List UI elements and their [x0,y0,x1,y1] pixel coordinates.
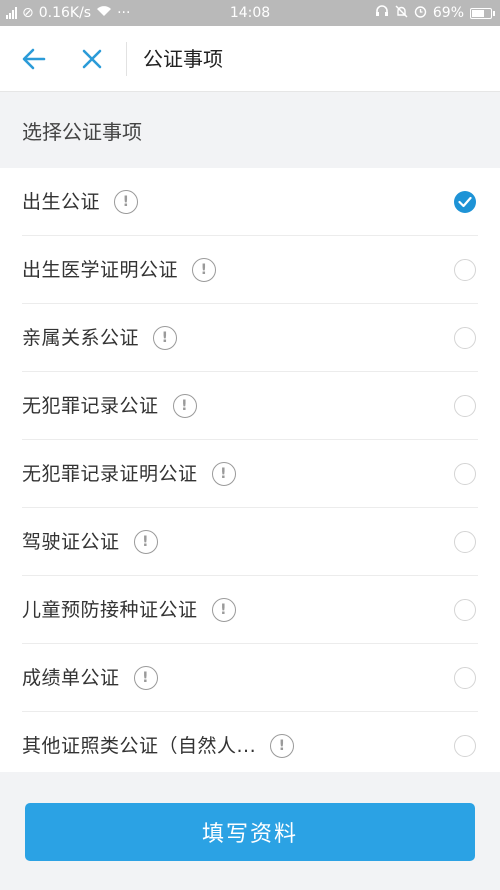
notarization-list: 出生公证! 出生医学证明公证! 亲属关系公证! 无犯罪记录公证! 无犯罪记录证明公证! 驾… [0,168,500,780]
radio-unchecked-icon[interactable] [454,667,476,689]
info-icon[interactable]: ! [192,258,217,282]
battery-fill [472,9,484,17]
info-icon[interactable]: ! [153,326,178,350]
radio-unchecked-icon[interactable] [454,463,476,485]
radio-checked-icon[interactable] [454,191,476,213]
more-indicator: ··· [117,5,131,21]
wifi-icon [96,5,112,21]
list-item[interactable]: 驾驶证公证! [0,508,500,576]
info-icon[interactable]: ! [172,394,197,418]
app-header: 公证事项 [0,26,500,92]
list-item[interactable]: 出生医学证明公证! [0,236,500,304]
radio-unchecked-icon[interactable] [454,599,476,621]
section-header: 选择公证事项 [0,92,500,168]
list-item-label: 亲属关系公证 [22,327,140,349]
list-item-label-wrap: 儿童预防接种证公证! [22,576,236,644]
list-item-label: 儿童预防接种证公证 [22,599,198,621]
list-item-label: 成绩单公证 [22,667,120,689]
page-title: 公证事项 [143,47,223,71]
list-item-label: 出生医学证明公证 [22,259,179,281]
radio-unchecked-icon[interactable] [454,531,476,553]
radio-unchecked-icon[interactable] [454,327,476,349]
status-time: 14:08 [229,5,271,21]
list-item[interactable]: 无犯罪记录公证! [0,372,500,440]
list-item-label: 出生公证 [22,191,101,213]
status-right: 69% [375,0,495,26]
radio-unchecked-icon[interactable] [454,259,476,281]
info-icon[interactable]: ! [133,530,158,554]
list-item[interactable]: 成绩单公证! [0,644,500,712]
info-icon[interactable]: ! [270,734,295,758]
list-item-label: 无犯罪记录公证 [22,395,159,417]
fill-info-button[interactable]: 填写资料 [25,803,475,861]
info-icon[interactable]: ! [133,666,158,690]
radio-unchecked-icon[interactable] [454,395,476,417]
signal-icon [6,7,17,19]
close-icon [82,49,102,69]
list-item-label-wrap: 无犯罪记录证明公证! [22,440,236,508]
list-item-label-wrap: 无犯罪记录公证! [22,372,197,440]
list-item[interactable]: 亲属关系公证! [0,304,500,372]
status-left: ⊘ 0.16K/s ··· [6,0,130,26]
list-item[interactable]: 其他证照类公证（自然人...! [0,712,500,780]
info-icon[interactable]: ! [211,462,236,486]
footer: 填写资料 [0,772,500,890]
battery-icon [470,7,495,19]
list-item-label: 其他证照类公证（自然人... [22,735,257,757]
list-item-label-wrap: 亲属关系公证! [22,304,178,372]
mute-bell-icon [395,5,408,22]
battery-percent: 69% [432,5,464,21]
list-item[interactable]: 出生公证! [0,168,500,236]
list-item[interactable]: 儿童预防接种证公证! [0,576,500,644]
list-item-label: 无犯罪记录证明公证 [22,463,198,485]
section-title: 选择公证事项 [22,120,142,144]
list-item-label-wrap: 其他证照类公证（自然人...! [22,712,295,780]
headset-icon [375,5,389,21]
status-bar: ⊘ 0.16K/s ··· 14:08 69% [0,0,500,26]
header-divider [126,42,127,76]
back-button[interactable] [18,43,50,75]
list-item-label-wrap: 成绩单公证! [22,644,158,712]
list-item[interactable]: 无犯罪记录证明公证! [0,440,500,508]
list-item-label-wrap: 出生公证! [22,168,139,236]
list-item-label-wrap: 驾驶证公证! [22,508,158,576]
list-item-label-wrap: 出生医学证明公证! [22,236,217,304]
alarm-icon [414,5,427,22]
info-icon[interactable]: ! [114,190,139,214]
radio-unchecked-icon[interactable] [454,735,476,757]
list-item-label: 驾驶证公证 [22,531,120,553]
network-speed: 0.16K/s [38,5,92,21]
arrow-left-icon [22,48,46,70]
close-button[interactable] [76,43,108,75]
info-icon[interactable]: ! [211,598,236,622]
no-sim-icon: ⊘ [22,5,34,21]
